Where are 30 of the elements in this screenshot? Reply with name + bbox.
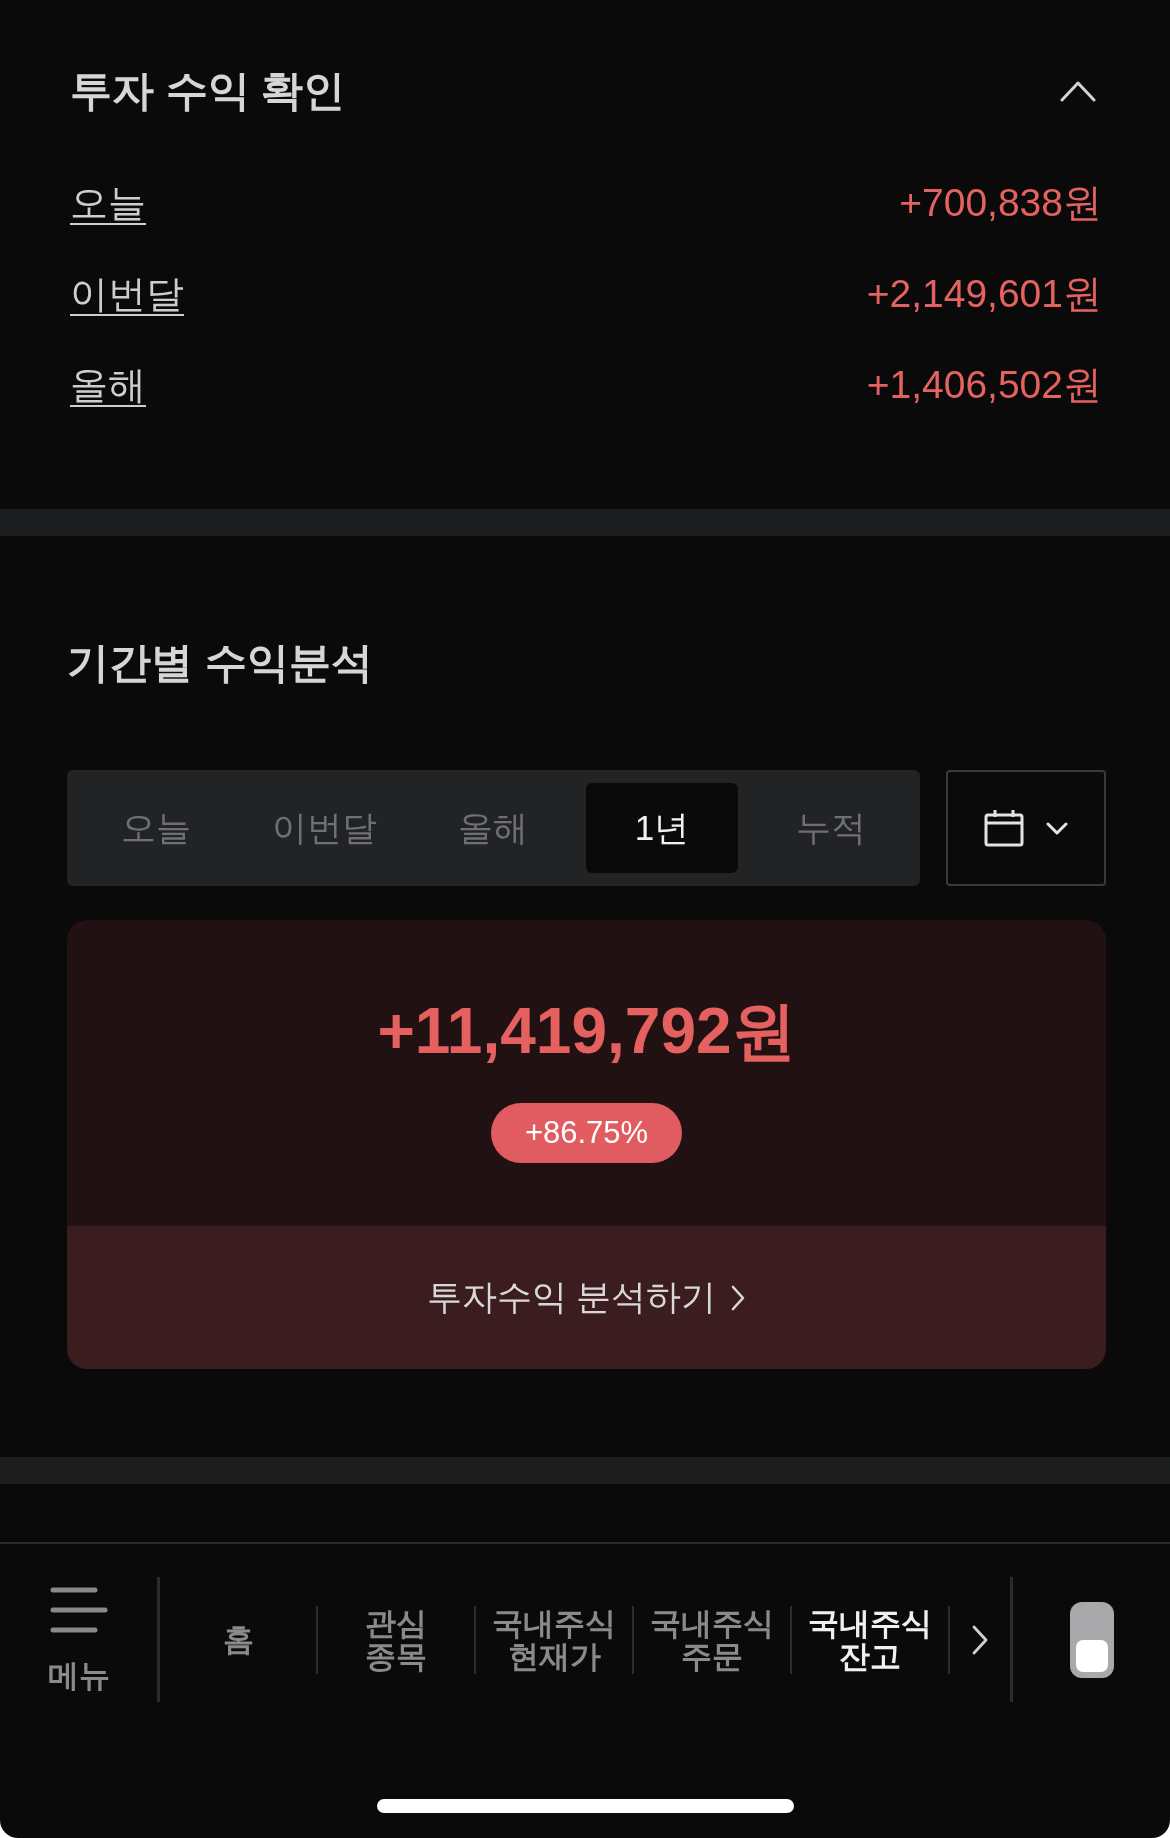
section-title: 기간별 수익분석 [67,638,373,688]
nav-item[interactable]: 홈 [160,1623,316,1656]
period-tab[interactable]: 1년 [585,783,739,873]
return-rate-badge: +86.75% [490,1103,683,1163]
nav-item[interactable]: 관심 종목 [318,1606,474,1673]
period-link[interactable]: 올해 [70,359,146,410]
analyze-profit-button[interactable]: 투자수익 분석하기 [67,1226,1106,1369]
section-title: 투자 수익 확인 [70,66,346,116]
nav-item[interactable]: 국내주식 현재가 [476,1606,632,1673]
chevron-right-icon [730,1283,747,1312]
calendar-dropdown-button[interactable] [946,770,1106,886]
chevron-right-icon[interactable] [971,1623,989,1656]
nav-item[interactable]: 국내주식 잔고 [792,1606,948,1673]
calendar-icon [984,809,1024,847]
period-link[interactable]: 이번달 [70,268,184,319]
profit-value: +1,406,502원 [866,361,1102,408]
period-tab[interactable]: 오늘 [80,783,233,873]
menu-icon [49,1587,108,1633]
period-tab[interactable]: 누적 [754,783,907,873]
period-tab[interactable]: 이번달 [248,783,402,873]
profit-value: +2,149,601원 [866,270,1102,317]
toggle-icon[interactable] [1069,1601,1114,1678]
profit-value: +700,838원 [899,179,1102,226]
period-link[interactable]: 오늘 [70,177,146,228]
chevron-up-icon[interactable] [1060,80,1096,102]
period-tab[interactable]: 올해 [417,783,570,873]
total-profit-amount: +11,419,792원 [377,994,796,1068]
nav-item[interactable]: 국내주식 주문 [634,1606,790,1673]
menu-button[interactable]: 메뉴 [0,1587,157,1692]
chevron-down-icon [1046,821,1068,835]
